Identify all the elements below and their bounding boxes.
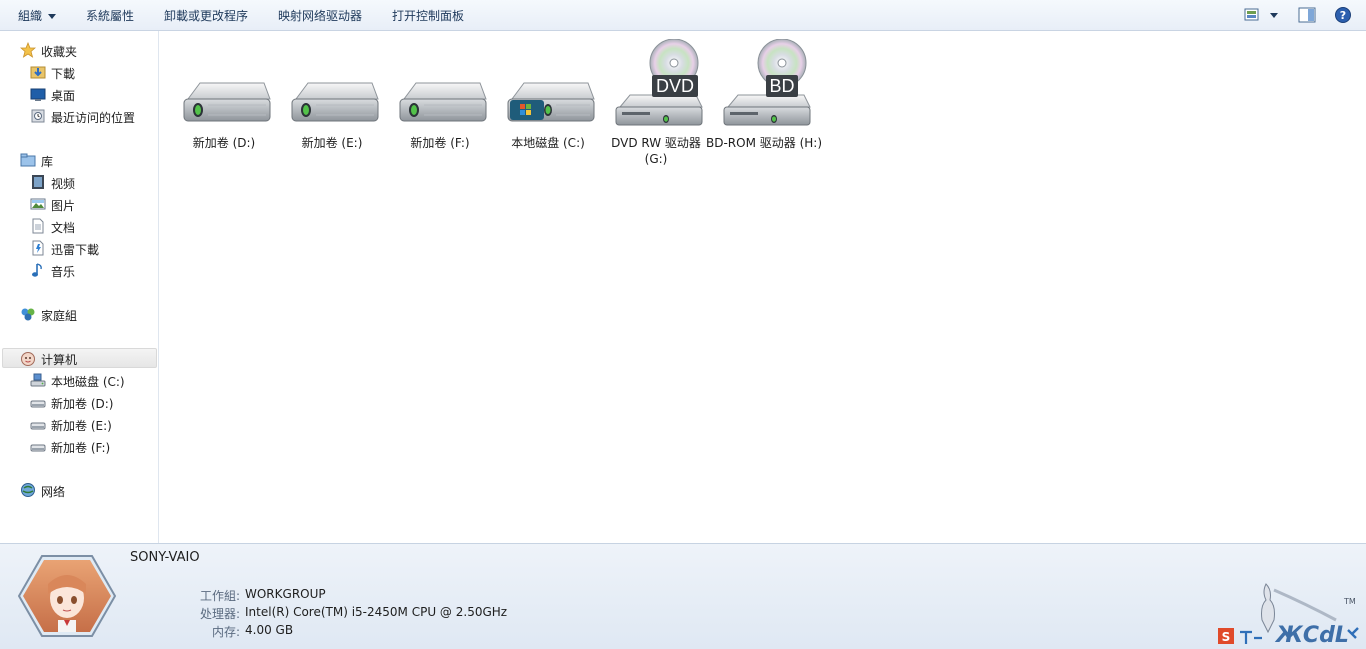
hard-drive-icon <box>30 444 46 452</box>
sidebar-item-documents[interactable]: 文档 <box>0 216 158 236</box>
sidebar-item-label: 文档 <box>51 221 76 235</box>
drive-tile[interactable]: 新加卷 (F:) <box>388 39 492 169</box>
svg-text:?: ? <box>1340 9 1346 22</box>
svg-text:ЖCdL: ЖCdL <box>1274 623 1349 648</box>
sidebar-item-drive-e[interactable]: 新加卷 (E:) <box>0 414 158 434</box>
sidebar-item-label: 下載 <box>51 67 76 81</box>
hard-drive-icon <box>291 82 379 122</box>
command-bar: 組織 系統屬性 卸載或更改程序 映射网络驱动器 打开控制面板 ? <box>0 0 1366 31</box>
open-control-panel-button[interactable]: 打开控制面板 <box>392 7 464 24</box>
memory-value: 4.00 GB <box>245 623 294 637</box>
library-icon <box>20 153 36 167</box>
sidebar-item-label: 音乐 <box>51 265 76 279</box>
sidebar-item-favorites[interactable]: 收藏夹 <box>0 40 158 60</box>
drive-tile[interactable]: DVD DVD RW 驱动器 (G:) <box>604 39 708 169</box>
sidebar-item-network[interactable]: 网络 <box>0 480 158 500</box>
organize-button[interactable]: 組織 <box>18 7 57 24</box>
computer-name: SONY-VAIO <box>130 550 200 565</box>
document-icon <box>32 218 44 234</box>
details-pane: SONY-VAIO 工作組: WORKGROUP 处理器: Intel(R) C… <box>0 543 1366 649</box>
sidebar-item-drive-f[interactable]: 新加卷 (F:) <box>0 436 158 456</box>
chevron-down-icon <box>48 14 57 19</box>
thunder-download-icon <box>32 240 44 256</box>
sidebar-item-music[interactable]: 音乐 <box>0 260 158 280</box>
drive-label: 新加卷 (E:) <box>301 136 363 150</box>
sidebar-item-label: 新加卷 (D:) <box>51 397 114 411</box>
map-network-drive-button[interactable]: 映射网络驱动器 <box>278 7 362 24</box>
sidebar-item-videos[interactable]: 视频 <box>0 172 158 192</box>
sidebar-item-computer[interactable]: 计算机 <box>2 348 157 368</box>
drive-tile[interactable]: 新加卷 (E:) <box>280 39 384 169</box>
sidebar-item-downloads[interactable]: 下載 <box>0 62 158 82</box>
processor-value: Intel(R) Core(TM) i5-2450M CPU @ 2.50GHz <box>245 605 508 619</box>
site-watermark-logo: TM S ЖCdL <box>1218 583 1359 648</box>
navigation-pane: 收藏夹 下載 桌面 最近访问的位置 库 视频 图片 文档 迅雷下載 音乐 家庭組 <box>0 31 159 543</box>
file-view: 新加卷 (D:) 新加卷 (E:) 新加卷 (F:) 本地磁盘 (C:) DVD… <box>160 31 1366 543</box>
sidebar-item-label: 收藏夹 <box>41 45 78 59</box>
hard-drive-icon <box>399 82 487 122</box>
sidebar-item-label: 库 <box>41 155 54 169</box>
music-icon <box>32 263 42 277</box>
sidebar-item-label: 视频 <box>51 177 76 191</box>
sidebar-item-label: 新加卷 (F:) <box>51 441 111 455</box>
workgroup-label: 工作組: <box>199 589 240 603</box>
sidebar-item-drive-d[interactable]: 新加卷 (D:) <box>0 392 158 412</box>
sidebar-item-label: 图片 <box>51 199 76 213</box>
organize-label: 組織 <box>18 9 43 23</box>
drive-label: 本地磁盘 (C:) <box>511 136 585 150</box>
sidebar-item-recent[interactable]: 最近访问的位置 <box>0 106 158 126</box>
sidebar-item-drive-c[interactable]: 本地磁盘 (C:) <box>0 370 158 390</box>
hard-drive-icon <box>183 82 271 122</box>
sidebar-item-thunder-downloads[interactable]: 迅雷下載 <box>0 238 158 258</box>
sidebar-item-label: 桌面 <box>51 89 76 103</box>
system-properties-button[interactable]: 系統屬性 <box>86 7 134 24</box>
view-options-button[interactable] <box>1244 7 1284 26</box>
uninstall-program-button[interactable]: 卸載或更改程序 <box>164 7 248 24</box>
sidebar-item-label: 迅雷下載 <box>51 243 100 257</box>
workgroup-value: WORKGROUP <box>245 587 326 601</box>
drive-tile[interactable]: 新加卷 (D:) <box>172 39 276 169</box>
network-icon <box>21 483 35 497</box>
preview-pane-icon <box>1298 7 1316 23</box>
svg-text:S: S <box>1222 630 1231 644</box>
sidebar-item-label: 本地磁盘 (C:) <box>51 375 125 389</box>
processor-label: 处理器: <box>199 607 240 621</box>
sidebar-item-libraries[interactable]: 库 <box>0 150 158 170</box>
video-icon <box>32 175 44 189</box>
sidebar-item-homegroup[interactable]: 家庭組 <box>0 304 158 324</box>
system-drive-icon <box>507 82 595 122</box>
picture-icon <box>30 198 46 210</box>
drive-label: 新加卷 (D:) <box>192 136 256 150</box>
help-icon: ? <box>1335 7 1351 23</box>
sidebar-item-desktop[interactable]: 桌面 <box>0 84 158 104</box>
computer-avatar-icon <box>18 555 116 637</box>
bd-badge: BD <box>769 76 795 96</box>
drive-tile[interactable]: 本地磁盘 (C:) <box>496 39 600 169</box>
dvd-badge: DVD <box>655 76 694 96</box>
computer-icon <box>21 352 35 366</box>
drive-label: BD-ROM 驱动器 (H:) <box>706 136 822 150</box>
system-drive-icon <box>30 373 46 387</box>
drive-label: 新加卷 (F:) <box>410 136 470 150</box>
hard-drive-icon <box>30 422 46 430</box>
recent-places-icon <box>31 109 45 123</box>
memory-label: 内存: <box>211 625 240 639</box>
sidebar-item-label: 新加卷 (E:) <box>51 419 112 433</box>
star-icon <box>20 42 36 58</box>
view-icon <box>1244 8 1278 21</box>
desktop-icon <box>30 88 46 101</box>
sidebar-item-label: 计算机 <box>41 353 78 367</box>
drive-tile[interactable]: BD BD-ROM 驱动器 (H:) <box>706 39 822 169</box>
download-folder-icon <box>30 66 46 79</box>
sidebar-item-label: 网络 <box>41 485 66 499</box>
sidebar-item-label: 最近访问的位置 <box>51 111 136 125</box>
sidebar-item-label: 家庭組 <box>41 309 78 323</box>
drive-label: DVD RW 驱动器 (G:) <box>611 136 701 166</box>
svg-text:TM: TM <box>1343 597 1356 606</box>
hard-drive-icon <box>30 400 46 408</box>
preview-pane-button[interactable] <box>1298 7 1316 26</box>
help-button[interactable]: ? <box>1334 7 1352 28</box>
sidebar-item-pictures[interactable]: 图片 <box>0 194 158 214</box>
homegroup-icon <box>21 308 35 321</box>
